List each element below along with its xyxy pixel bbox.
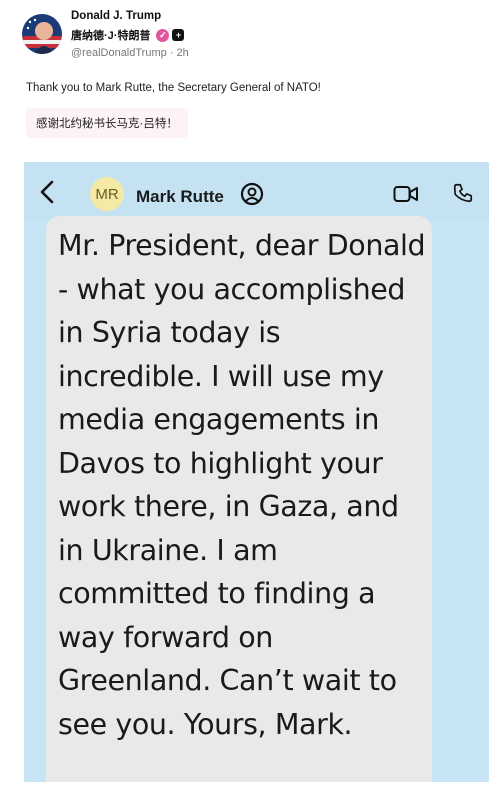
contact-avatar[interactable]: MR	[90, 177, 124, 211]
post-text: Thank you to Mark Rutte, the Secretary G…	[26, 82, 321, 94]
post-time[interactable]: 2h	[177, 47, 189, 59]
author-info: Donald J. Trump 唐纳德·J·特朗普 ✓ + @realDonal…	[71, 8, 189, 59]
message-text: Mr. President, dear Donald - what you ac…	[58, 229, 426, 741]
person-circle-icon[interactable]	[240, 182, 264, 206]
chevron-left-icon[interactable]	[36, 178, 60, 206]
author-handle[interactable]: @realDonaldTrump	[71, 47, 167, 59]
author-meta: @realDonaldTrump · 2h	[71, 47, 189, 59]
verified-badge-icon: ✓	[156, 28, 170, 42]
attached-screenshot[interactable]: MR Mark Rutte Mr. President, dear Donald…	[24, 162, 489, 782]
social-post: Donald J. Trump 唐纳德·J·特朗普 ✓ + @realDonal…	[0, 0, 504, 790]
post-header: Donald J. Trump 唐纳德·J·特朗普 ✓ + @realDonal…	[22, 8, 189, 59]
phone-icon[interactable]	[452, 182, 474, 204]
post-translation: 感谢北约秘书长马克·吕特！	[26, 108, 188, 138]
contact-name[interactable]: Mark Rutte	[136, 187, 224, 207]
author-display-name[interactable]: Donald J. Trump	[71, 10, 161, 22]
separator-dot: ·	[169, 47, 177, 59]
author-avatar[interactable]	[22, 14, 62, 54]
author-chinese-name: 唐纳德·J·特朗普	[71, 30, 151, 42]
video-camera-icon[interactable]	[393, 184, 419, 204]
plus-square-icon: +	[172, 29, 185, 41]
